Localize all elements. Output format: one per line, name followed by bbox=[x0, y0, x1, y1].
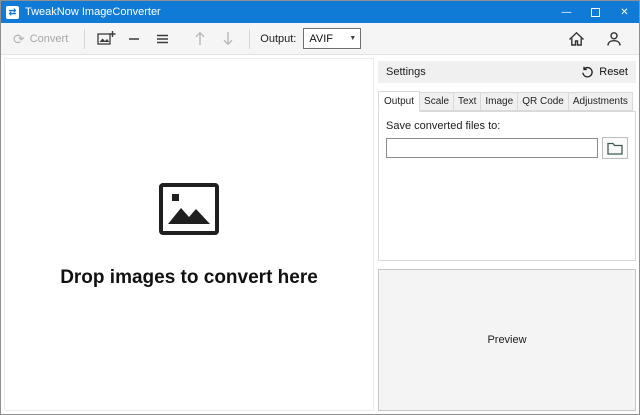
chevron-down-icon: ▼ bbox=[345, 35, 360, 42]
save-path-label: Save converted files to: bbox=[386, 120, 628, 132]
drop-zone[interactable]: Drop images to convert here bbox=[4, 58, 374, 411]
tab-qr-code[interactable]: QR Code bbox=[518, 92, 569, 111]
preview-label: Preview bbox=[487, 334, 526, 346]
app-window: ⇄ TweakNow ImageConverter — ✕ ⟳ Convert bbox=[0, 0, 640, 415]
main-area: Drop images to convert here Settings Res… bbox=[1, 55, 639, 414]
add-images-button[interactable] bbox=[93, 27, 119, 51]
clear-list-icon bbox=[155, 31, 170, 47]
app-logo-icon: ⇄ bbox=[6, 6, 19, 19]
drop-zone-message: Drop images to convert here bbox=[60, 267, 318, 289]
tab-image[interactable]: Image bbox=[481, 92, 518, 111]
save-path-input[interactable] bbox=[386, 138, 598, 158]
account-icon bbox=[606, 31, 622, 47]
toolbar-separator bbox=[84, 29, 85, 49]
window-title: TweakNow ImageConverter bbox=[25, 6, 161, 18]
toolbar-right-group bbox=[563, 27, 631, 51]
arrow-up-icon bbox=[193, 30, 207, 47]
add-image-icon bbox=[97, 30, 116, 47]
image-placeholder-icon bbox=[157, 181, 221, 237]
tab-adjustments[interactable]: Adjustments bbox=[569, 92, 633, 111]
convert-icon: ⟳ bbox=[13, 32, 25, 46]
convert-button[interactable]: ⟳ Convert bbox=[9, 29, 76, 49]
output-format-label: Output: bbox=[260, 33, 296, 45]
tab-output[interactable]: Output bbox=[378, 91, 420, 112]
clear-list-button[interactable] bbox=[149, 27, 175, 51]
reset-icon bbox=[581, 66, 594, 79]
move-down-button[interactable] bbox=[215, 27, 241, 51]
tab-text[interactable]: Text bbox=[454, 92, 481, 111]
save-path-row bbox=[386, 137, 628, 159]
settings-header: Settings Reset bbox=[378, 61, 636, 83]
account-button[interactable] bbox=[601, 27, 627, 51]
toolbar-separator bbox=[249, 29, 250, 49]
output-tab-panel: Save converted files to: bbox=[378, 111, 636, 261]
reset-button[interactable]: Reset bbox=[581, 66, 628, 79]
home-button[interactable] bbox=[563, 27, 589, 51]
settings-panel: Settings Reset Output Scale Text Image Q… bbox=[378, 58, 636, 411]
titlebar: ⇄ TweakNow ImageConverter — ✕ bbox=[1, 1, 639, 23]
browse-folder-button[interactable] bbox=[602, 137, 628, 159]
preview-pane: Preview bbox=[378, 269, 636, 411]
settings-title: Settings bbox=[386, 66, 426, 78]
remove-image-button[interactable] bbox=[121, 27, 147, 51]
reset-button-label: Reset bbox=[599, 66, 628, 78]
arrow-down-icon bbox=[221, 30, 235, 47]
toolbar: ⟳ Convert bbox=[1, 23, 639, 55]
output-format-value: AVIF bbox=[309, 33, 333, 45]
home-icon bbox=[568, 31, 585, 47]
move-up-button[interactable] bbox=[187, 27, 213, 51]
settings-tabs: Output Scale Text Image QR Code Adjustme… bbox=[378, 91, 636, 111]
convert-button-label: Convert bbox=[30, 33, 69, 45]
window-controls: — ✕ bbox=[552, 1, 639, 23]
close-button[interactable]: ✕ bbox=[610, 1, 639, 23]
folder-icon bbox=[607, 141, 623, 155]
tab-scale[interactable]: Scale bbox=[420, 92, 454, 111]
maximize-icon bbox=[591, 8, 600, 17]
remove-icon bbox=[127, 31, 141, 47]
output-format-dropdown[interactable]: AVIF ▼ bbox=[303, 28, 361, 49]
maximize-button[interactable] bbox=[581, 1, 610, 23]
minimize-button[interactable]: — bbox=[552, 1, 581, 23]
